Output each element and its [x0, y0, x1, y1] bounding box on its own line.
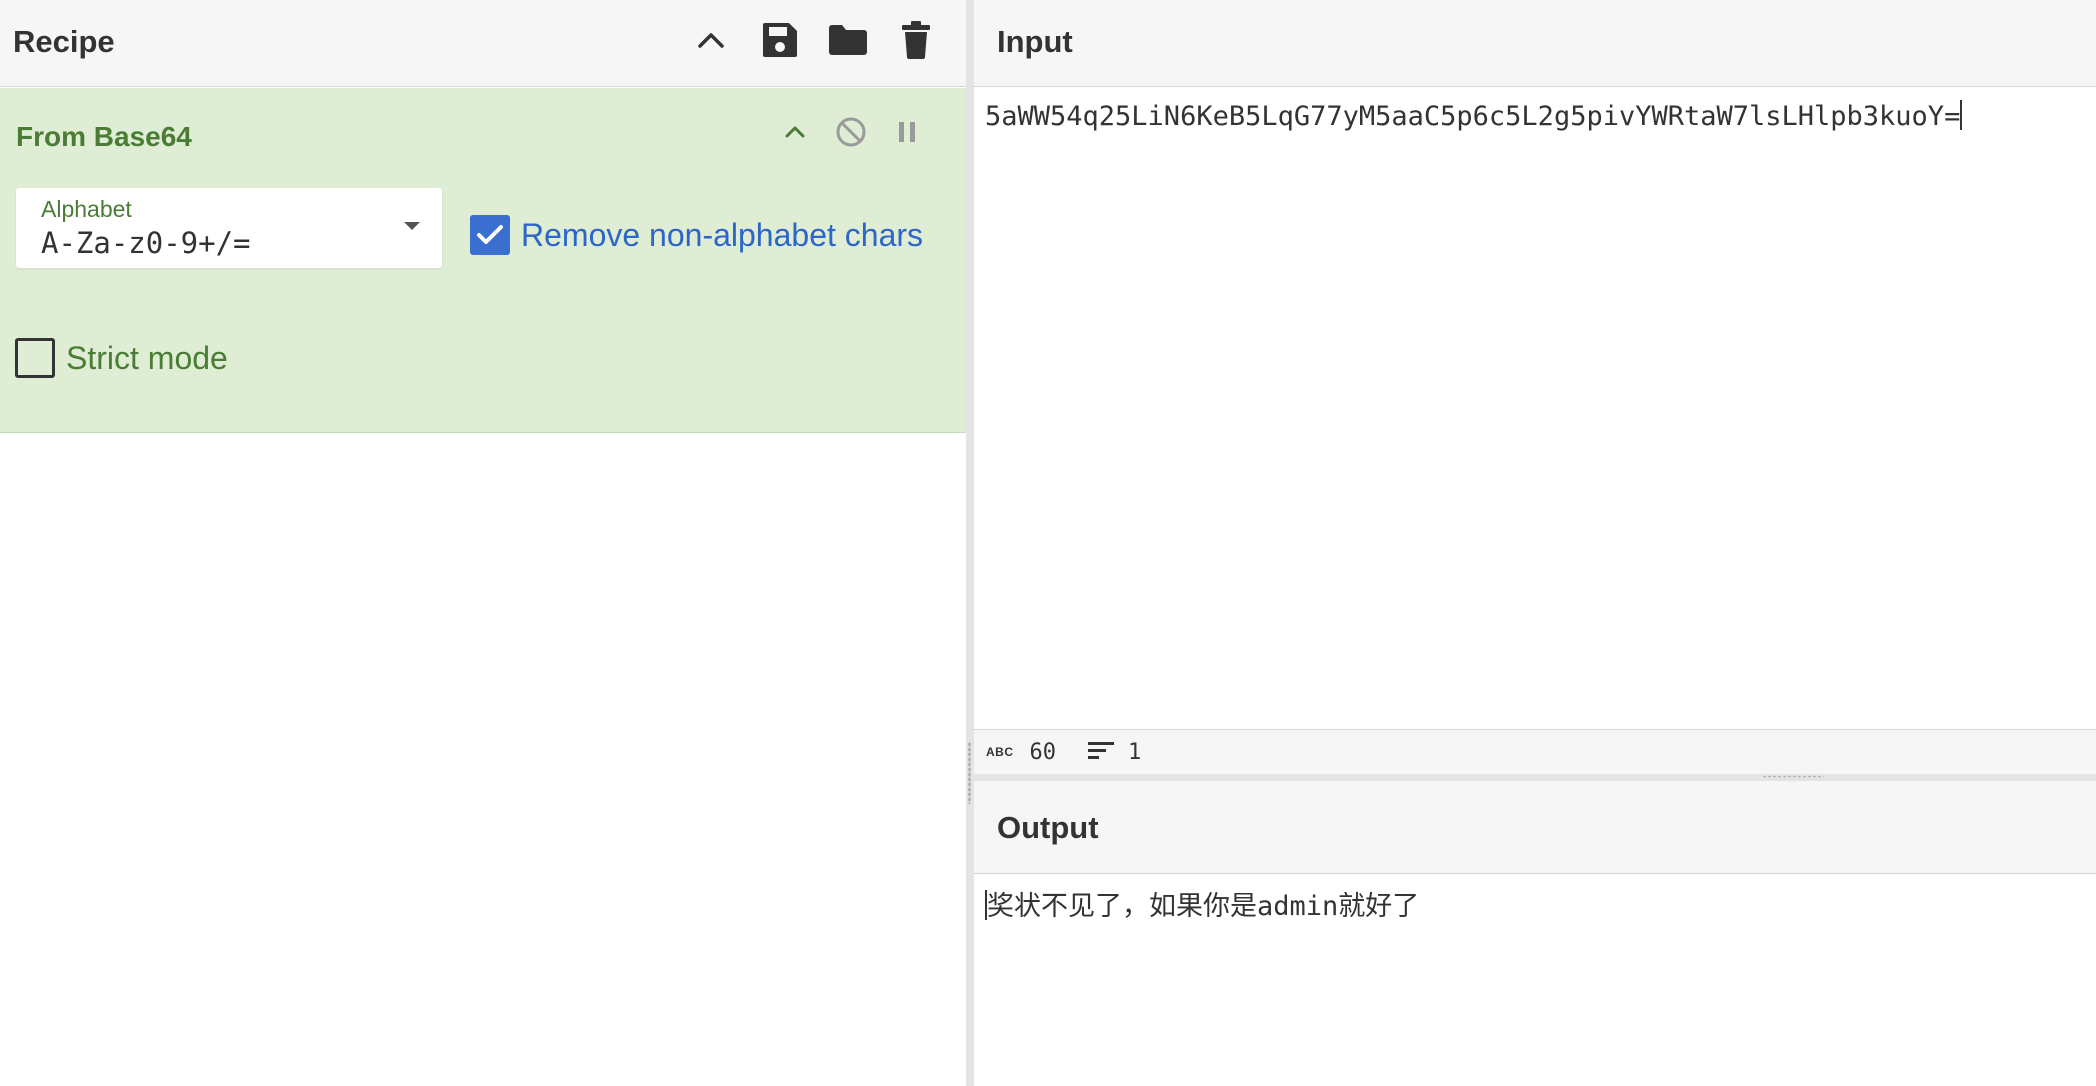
operation-from-base64: From Base64 Alphabet A-Za-z0-9+/= Remove…	[0, 88, 966, 433]
checkbox-unchecked-icon[interactable]	[15, 338, 55, 378]
alphabet-label: Alphabet	[41, 196, 132, 222]
pause-icon[interactable]	[887, 112, 927, 152]
text-cursor	[1960, 100, 1963, 130]
grip-dots-icon	[968, 742, 971, 804]
save-icon[interactable]	[758, 18, 802, 62]
chevron-up-icon[interactable]	[775, 112, 815, 152]
lines-indicator: 1	[1088, 740, 1141, 765]
grip-dots-icon	[1762, 775, 1824, 779]
folder-icon[interactable]	[826, 18, 870, 62]
length-indicator: ABC 60	[986, 740, 1056, 765]
strict-mode-label: Strict mode	[66, 339, 228, 376]
input-title: Input	[997, 24, 1073, 59]
input-text: 5aWW54q25LiN6KeB5LqG77yM5aaC5p6c5L2g5piv…	[985, 101, 1961, 132]
remove-non-alphabet-label: Remove non-alphabet chars	[521, 216, 924, 253]
recipe-title: Recipe	[13, 24, 115, 59]
remove-non-alphabet-checkbox[interactable]: Remove non-alphabet chars	[470, 215, 923, 255]
disable-icon[interactable]	[831, 112, 871, 152]
recipe-header: Recipe	[0, 0, 966, 87]
strict-mode-checkbox[interactable]: Strict mode	[15, 338, 228, 378]
checkbox-checked-icon[interactable]	[470, 215, 510, 255]
chevron-up-icon[interactable]	[689, 18, 733, 62]
output-header: Output	[974, 781, 2096, 874]
output-textarea[interactable]: 奖状不见了，如果你是admin就好了	[985, 884, 1419, 923]
recipe-panel: Recipe From Base64 Alphabet A-Za-z0-9+/=…	[0, 0, 966, 1086]
operation-title: From Base64	[16, 121, 192, 152]
input-panel: Input 5aWW54q25LiN6KeB5LqG77yM5aaC5p6c5L…	[974, 0, 2096, 774]
lines-icon	[1088, 740, 1114, 765]
caret-down-icon	[404, 222, 420, 230]
trash-icon[interactable]	[894, 18, 938, 62]
input-status-bar: ABC 60 1	[974, 729, 2096, 774]
abc-icon: ABC	[986, 745, 1014, 759]
alphabet-select[interactable]: Alphabet A-Za-z0-9+/=	[16, 188, 442, 268]
panel-resize-handle[interactable]	[966, 0, 974, 1086]
output-title: Output	[997, 810, 1099, 845]
input-textarea[interactable]: 5aWW54q25LiN6KeB5LqG77yM5aaC5p6c5L2g5piv…	[985, 100, 1963, 132]
input-length: 60	[1029, 739, 1057, 765]
io-resize-handle[interactable]	[974, 774, 2096, 781]
alphabet-value: A-Za-z0-9+/=	[41, 226, 251, 260]
input-header: Input	[974, 0, 2096, 87]
input-lines: 1	[1128, 739, 1142, 765]
output-text: 奖状不见了，如果你是admin就好了	[987, 891, 1420, 922]
output-panel: Output 奖状不见了，如果你是admin就好了	[974, 781, 2096, 1086]
